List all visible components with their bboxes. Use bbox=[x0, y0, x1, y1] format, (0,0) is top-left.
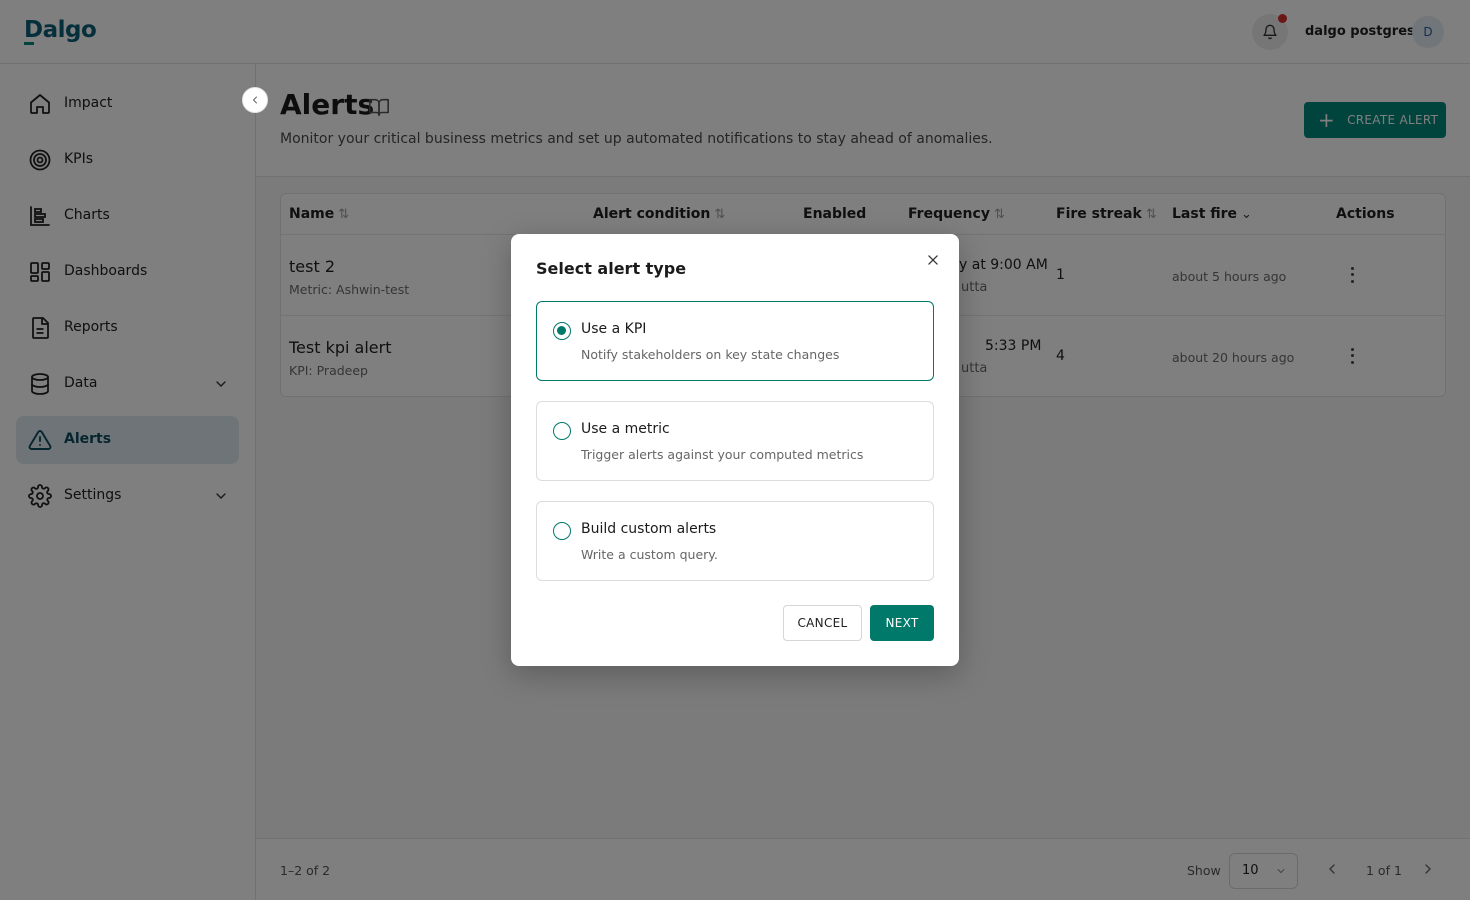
radio-button[interactable] bbox=[553, 322, 571, 340]
select-alert-type-dialog: Select alert type Use a KPI Notify stake… bbox=[511, 234, 959, 666]
close-icon bbox=[928, 255, 938, 265]
option-title: Use a KPI bbox=[581, 321, 647, 337]
dialog-title: Select alert type bbox=[536, 259, 687, 278]
option-title: Use a metric bbox=[581, 421, 670, 437]
option-use-metric[interactable]: Use a metric Trigger alerts against your… bbox=[536, 401, 934, 481]
sidebar-collapse-button[interactable] bbox=[242, 87, 268, 113]
cancel-button[interactable]: CANCEL bbox=[783, 605, 862, 641]
radio-button[interactable] bbox=[553, 422, 571, 440]
next-button[interactable]: NEXT bbox=[870, 605, 934, 641]
radio-selected-dot bbox=[557, 326, 566, 335]
option-description: Write a custom query. bbox=[581, 547, 718, 562]
radio-button[interactable] bbox=[553, 522, 571, 540]
option-title: Build custom alerts bbox=[581, 521, 717, 537]
option-description: Notify stakeholders on key state changes bbox=[581, 347, 840, 362]
option-description: Trigger alerts against your computed met… bbox=[581, 447, 864, 462]
close-button[interactable] bbox=[924, 251, 942, 269]
option-build-custom-alerts[interactable]: Build custom alerts Write a custom query… bbox=[536, 501, 934, 581]
option-use-kpi[interactable]: Use a KPI Notify stakeholders on key sta… bbox=[536, 301, 934, 381]
chevron-left-icon bbox=[252, 96, 257, 104]
